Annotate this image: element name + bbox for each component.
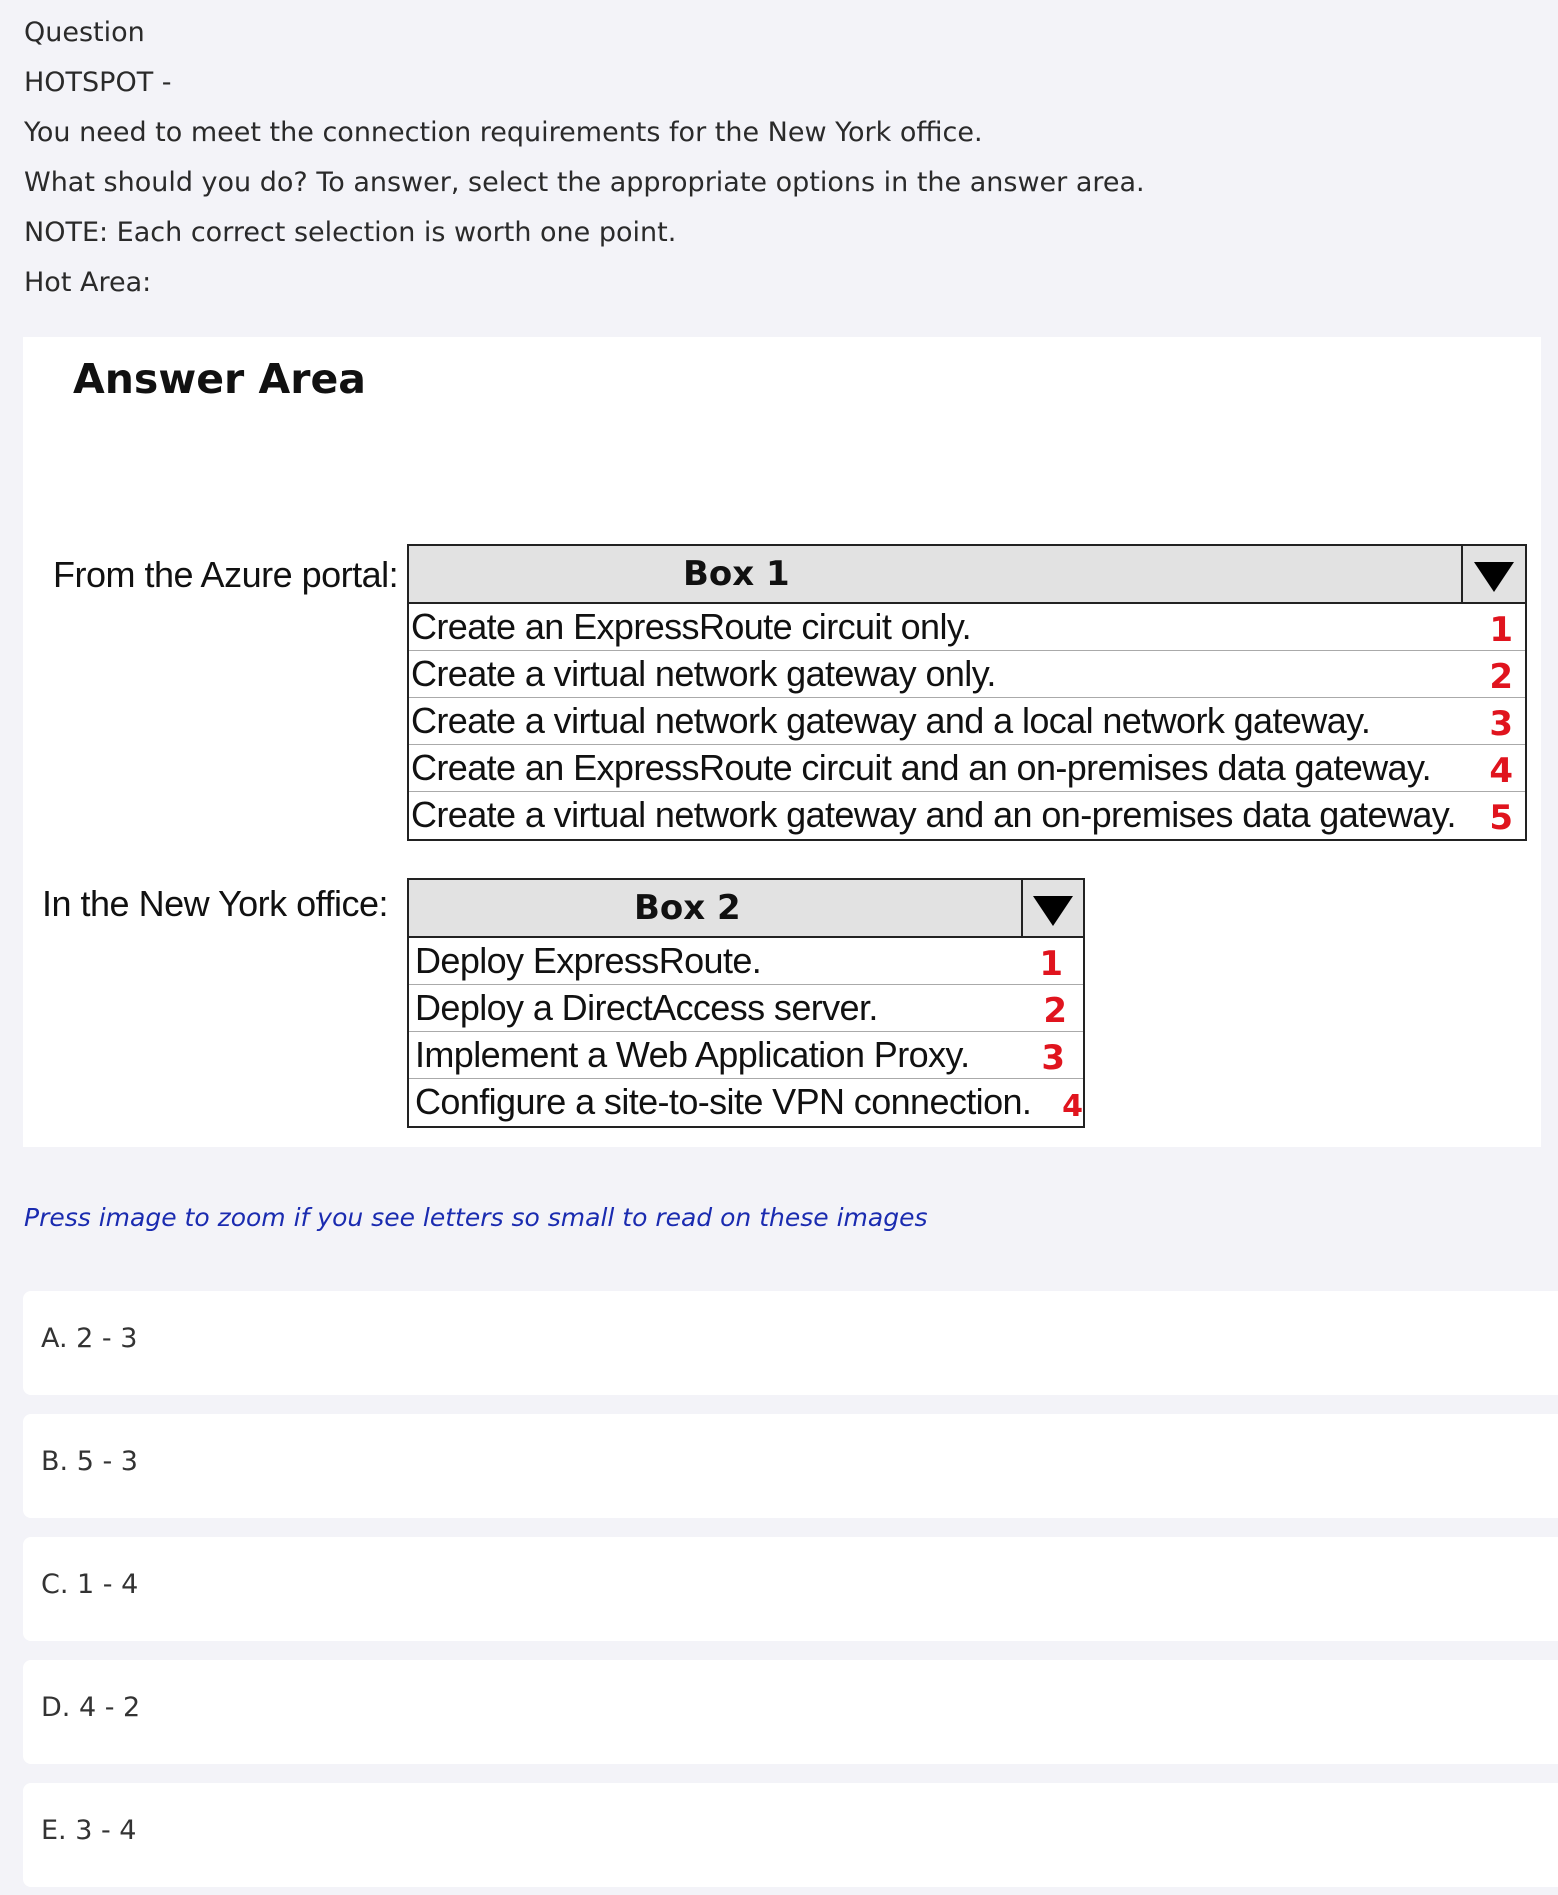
- box2-dropdown-header[interactable]: Box 2: [409, 880, 1083, 938]
- question-instruction: What should you do? To answer, select th…: [24, 167, 1145, 198]
- triangle-down-icon: [1474, 562, 1514, 592]
- box1-option[interactable]: Create a virtual network gateway only. 2: [409, 651, 1525, 698]
- choice-label: B. 5 - 3: [41, 1446, 138, 1477]
- box1-dropdown[interactable]: Box 1 Create an ExpressRoute circuit onl…: [407, 544, 1527, 841]
- option-number: 1: [1039, 944, 1063, 984]
- option-number: 2: [1043, 991, 1067, 1031]
- box1-row-label: From the Azure portal:: [53, 554, 399, 595]
- question-prompt: You need to meet the connection requirem…: [24, 117, 983, 148]
- answer-area-image[interactable]: Answer Area From the Azure portal: Box 1…: [23, 337, 1541, 1147]
- answer-choice-e[interactable]: E. 3 - 4: [23, 1783, 1558, 1887]
- box2-header-label: Box 2: [634, 888, 741, 928]
- hot-area-label: Hot Area:: [24, 267, 152, 298]
- box1-option[interactable]: Create a virtual network gateway and an …: [409, 792, 1525, 839]
- question-type: HOTSPOT -: [24, 67, 172, 98]
- answer-choice-a[interactable]: A. 2 - 3: [23, 1291, 1558, 1395]
- box1-option[interactable]: Create an ExpressRoute circuit only. 1: [409, 604, 1525, 651]
- option-text: Create an ExpressRoute circuit only.: [411, 606, 972, 647]
- box2-option[interactable]: Configure a site-to-site VPN connection.…: [409, 1079, 1083, 1126]
- zoom-hint-text: Press image to zoom if you see letters s…: [24, 1203, 928, 1232]
- option-text: Implement a Web Application Proxy.: [415, 1034, 970, 1075]
- box1-dropdown-toggle[interactable]: [1461, 546, 1525, 602]
- option-number: 3: [1041, 1038, 1065, 1078]
- box1-header-label: Box 1: [683, 554, 790, 594]
- choice-label: D. 4 - 2: [41, 1692, 141, 1723]
- box1-option[interactable]: Create an ExpressRoute circuit and an on…: [409, 745, 1525, 792]
- option-text: Create a virtual network gateway and an …: [411, 794, 1457, 835]
- box2-option[interactable]: Implement a Web Application Proxy. 3: [409, 1032, 1083, 1079]
- box1-dropdown-header[interactable]: Box 1: [409, 546, 1525, 604]
- option-text: Create a virtual network gateway and a l…: [411, 700, 1371, 741]
- option-number: 4: [1489, 751, 1513, 791]
- option-text: Configure a site-to-site VPN connection.: [415, 1081, 1032, 1122]
- option-text: Create an ExpressRoute circuit and an on…: [411, 747, 1432, 788]
- option-text: Deploy ExpressRoute.: [415, 940, 762, 981]
- option-number: 4: [1062, 1089, 1083, 1124]
- box2-option[interactable]: Deploy ExpressRoute. 1: [409, 938, 1083, 985]
- option-number: 3: [1489, 704, 1513, 744]
- box2-option[interactable]: Deploy a DirectAccess server. 2: [409, 985, 1083, 1032]
- option-number: 1: [1489, 610, 1513, 650]
- option-number: 2: [1489, 657, 1513, 697]
- choice-label: C. 1 - 4: [41, 1569, 139, 1600]
- choice-label: E. 3 - 4: [41, 1815, 137, 1846]
- answer-choice-b[interactable]: B. 5 - 3: [23, 1414, 1558, 1518]
- answer-choice-c[interactable]: C. 1 - 4: [23, 1537, 1558, 1641]
- question-heading: Question: [24, 17, 145, 48]
- box1-option[interactable]: Create a virtual network gateway and a l…: [409, 698, 1525, 745]
- answer-area-title: Answer Area: [73, 355, 366, 403]
- question-text: Question HOTSPOT - You need to meet the …: [24, 8, 1524, 308]
- option-text: Deploy a DirectAccess server.: [415, 987, 878, 1028]
- box2-row-label: In the New York office:: [42, 883, 389, 924]
- box2-dropdown-toggle[interactable]: [1021, 880, 1083, 936]
- answer-choice-d[interactable]: D. 4 - 2: [23, 1660, 1558, 1764]
- option-text: Create a virtual network gateway only.: [411, 653, 996, 694]
- question-note: NOTE: Each correct selection is worth on…: [24, 217, 677, 248]
- triangle-down-icon: [1033, 896, 1073, 926]
- box2-dropdown[interactable]: Box 2 Deploy ExpressRoute. 1 Deploy a Di…: [407, 878, 1085, 1128]
- option-number: 5: [1489, 798, 1513, 838]
- choice-label: A. 2 - 3: [41, 1323, 138, 1354]
